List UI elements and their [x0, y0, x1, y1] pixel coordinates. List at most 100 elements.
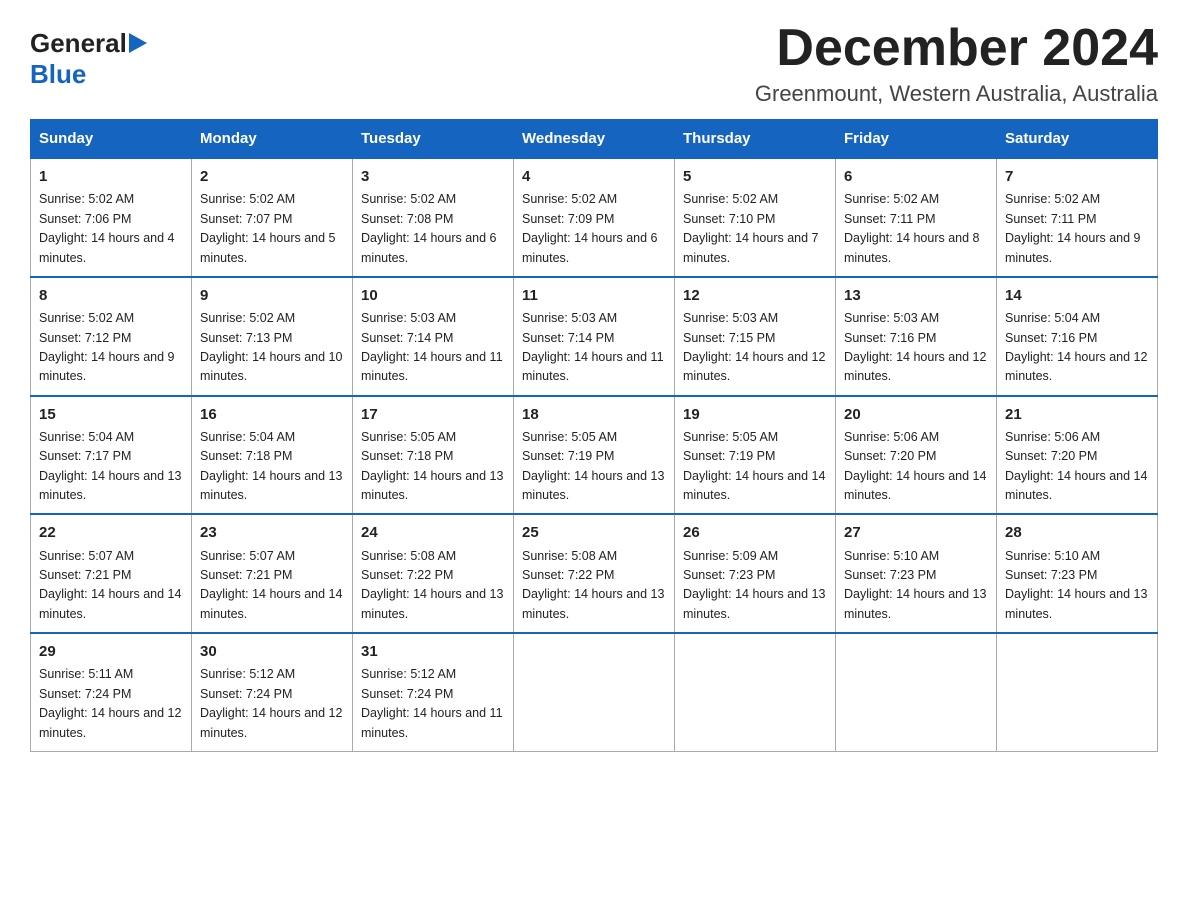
day-number: 17 [361, 403, 505, 426]
calendar-cell: 30 Sunrise: 5:12 AMSunset: 7:24 PMDaylig… [192, 633, 353, 751]
logo-flag-icon [129, 33, 147, 53]
day-number: 21 [1005, 403, 1149, 426]
logo-blue-text: Blue [30, 59, 86, 89]
week-row-3: 15 Sunrise: 5:04 AMSunset: 7:17 PMDaylig… [31, 396, 1158, 515]
calendar-cell: 20 Sunrise: 5:06 AMSunset: 7:20 PMDaylig… [836, 396, 997, 515]
calendar-cell: 4 Sunrise: 5:02 AMSunset: 7:09 PMDayligh… [514, 158, 675, 277]
day-number: 22 [39, 521, 183, 544]
calendar-cell: 3 Sunrise: 5:02 AMSunset: 7:08 PMDayligh… [353, 158, 514, 277]
calendar-cell: 26 Sunrise: 5:09 AMSunset: 7:23 PMDaylig… [675, 514, 836, 633]
location-subtitle: Greenmount, Western Australia, Australia [755, 81, 1158, 107]
week-row-5: 29 Sunrise: 5:11 AMSunset: 7:24 PMDaylig… [31, 633, 1158, 751]
day-number: 4 [522, 165, 666, 188]
calendar-cell: 7 Sunrise: 5:02 AMSunset: 7:11 PMDayligh… [997, 158, 1158, 277]
day-number: 26 [683, 521, 827, 544]
calendar-cell: 25 Sunrise: 5:08 AMSunset: 7:22 PMDaylig… [514, 514, 675, 633]
day-info: Sunrise: 5:02 AMSunset: 7:09 PMDaylight:… [522, 192, 658, 264]
day-number: 2 [200, 165, 344, 188]
day-number: 20 [844, 403, 988, 426]
day-number: 29 [39, 640, 183, 663]
calendar-cell: 16 Sunrise: 5:04 AMSunset: 7:18 PMDaylig… [192, 396, 353, 515]
calendar-cell: 6 Sunrise: 5:02 AMSunset: 7:11 PMDayligh… [836, 158, 997, 277]
calendar-cell: 28 Sunrise: 5:10 AMSunset: 7:23 PMDaylig… [997, 514, 1158, 633]
calendar-cell [836, 633, 997, 751]
day-info: Sunrise: 5:02 AMSunset: 7:06 PMDaylight:… [39, 192, 175, 264]
day-info: Sunrise: 5:02 AMSunset: 7:11 PMDaylight:… [844, 192, 980, 264]
day-info: Sunrise: 5:03 AMSunset: 7:15 PMDaylight:… [683, 311, 825, 383]
day-info: Sunrise: 5:07 AMSunset: 7:21 PMDaylight:… [39, 549, 181, 621]
day-info: Sunrise: 5:06 AMSunset: 7:20 PMDaylight:… [844, 430, 986, 502]
calendar-cell: 29 Sunrise: 5:11 AMSunset: 7:24 PMDaylig… [31, 633, 192, 751]
calendar-cell: 10 Sunrise: 5:03 AMSunset: 7:14 PMDaylig… [353, 277, 514, 396]
page-header: General Blue December 2024 Greenmount, W… [30, 20, 1158, 107]
day-info: Sunrise: 5:03 AMSunset: 7:16 PMDaylight:… [844, 311, 986, 383]
day-number: 27 [844, 521, 988, 544]
day-info: Sunrise: 5:03 AMSunset: 7:14 PMDaylight:… [522, 311, 664, 383]
calendar-cell: 22 Sunrise: 5:07 AMSunset: 7:21 PMDaylig… [31, 514, 192, 633]
calendar-cell: 8 Sunrise: 5:02 AMSunset: 7:12 PMDayligh… [31, 277, 192, 396]
day-info: Sunrise: 5:06 AMSunset: 7:20 PMDaylight:… [1005, 430, 1147, 502]
title-area: December 2024 Greenmount, Western Austra… [755, 20, 1158, 107]
col-header-sunday: Sunday [31, 120, 192, 159]
month-title: December 2024 [755, 20, 1158, 77]
calendar-cell: 11 Sunrise: 5:03 AMSunset: 7:14 PMDaylig… [514, 277, 675, 396]
calendar-cell [997, 633, 1158, 751]
day-info: Sunrise: 5:05 AMSunset: 7:19 PMDaylight:… [683, 430, 825, 502]
calendar-cell: 27 Sunrise: 5:10 AMSunset: 7:23 PMDaylig… [836, 514, 997, 633]
calendar-cell: 13 Sunrise: 5:03 AMSunset: 7:16 PMDaylig… [836, 277, 997, 396]
day-info: Sunrise: 5:10 AMSunset: 7:23 PMDaylight:… [844, 549, 986, 621]
day-info: Sunrise: 5:09 AMSunset: 7:23 PMDaylight:… [683, 549, 825, 621]
calendar-cell: 24 Sunrise: 5:08 AMSunset: 7:22 PMDaylig… [353, 514, 514, 633]
day-number: 28 [1005, 521, 1149, 544]
day-number: 12 [683, 284, 827, 307]
day-number: 24 [361, 521, 505, 544]
day-info: Sunrise: 5:02 AMSunset: 7:11 PMDaylight:… [1005, 192, 1141, 264]
logo-area: General Blue [30, 20, 147, 90]
col-header-saturday: Saturday [997, 120, 1158, 159]
day-number: 25 [522, 521, 666, 544]
day-number: 1 [39, 165, 183, 188]
day-number: 10 [361, 284, 505, 307]
day-number: 16 [200, 403, 344, 426]
day-info: Sunrise: 5:04 AMSunset: 7:17 PMDaylight:… [39, 430, 181, 502]
day-info: Sunrise: 5:12 AMSunset: 7:24 PMDaylight:… [361, 667, 503, 739]
col-header-monday: Monday [192, 120, 353, 159]
day-info: Sunrise: 5:08 AMSunset: 7:22 PMDaylight:… [361, 549, 503, 621]
day-number: 9 [200, 284, 344, 307]
col-header-wednesday: Wednesday [514, 120, 675, 159]
day-info: Sunrise: 5:04 AMSunset: 7:18 PMDaylight:… [200, 430, 342, 502]
col-header-thursday: Thursday [675, 120, 836, 159]
day-info: Sunrise: 5:08 AMSunset: 7:22 PMDaylight:… [522, 549, 664, 621]
day-number: 15 [39, 403, 183, 426]
col-header-tuesday: Tuesday [353, 120, 514, 159]
calendar-cell: 21 Sunrise: 5:06 AMSunset: 7:20 PMDaylig… [997, 396, 1158, 515]
calendar-cell: 17 Sunrise: 5:05 AMSunset: 7:18 PMDaylig… [353, 396, 514, 515]
day-info: Sunrise: 5:04 AMSunset: 7:16 PMDaylight:… [1005, 311, 1147, 383]
calendar-cell: 18 Sunrise: 5:05 AMSunset: 7:19 PMDaylig… [514, 396, 675, 515]
calendar-cell [514, 633, 675, 751]
logo-general-text: General [30, 28, 127, 59]
day-number: 18 [522, 403, 666, 426]
day-info: Sunrise: 5:02 AMSunset: 7:13 PMDaylight:… [200, 311, 342, 383]
day-number: 5 [683, 165, 827, 188]
calendar-cell [675, 633, 836, 751]
day-info: Sunrise: 5:02 AMSunset: 7:08 PMDaylight:… [361, 192, 497, 264]
day-info: Sunrise: 5:10 AMSunset: 7:23 PMDaylight:… [1005, 549, 1147, 621]
day-number: 3 [361, 165, 505, 188]
calendar-cell: 2 Sunrise: 5:02 AMSunset: 7:07 PMDayligh… [192, 158, 353, 277]
week-row-4: 22 Sunrise: 5:07 AMSunset: 7:21 PMDaylig… [31, 514, 1158, 633]
week-row-2: 8 Sunrise: 5:02 AMSunset: 7:12 PMDayligh… [31, 277, 1158, 396]
calendar-header-row: SundayMondayTuesdayWednesdayThursdayFrid… [31, 120, 1158, 159]
day-info: Sunrise: 5:02 AMSunset: 7:10 PMDaylight:… [683, 192, 819, 264]
col-header-friday: Friday [836, 120, 997, 159]
day-info: Sunrise: 5:12 AMSunset: 7:24 PMDaylight:… [200, 667, 342, 739]
calendar-cell: 1 Sunrise: 5:02 AMSunset: 7:06 PMDayligh… [31, 158, 192, 277]
calendar-cell: 9 Sunrise: 5:02 AMSunset: 7:13 PMDayligh… [192, 277, 353, 396]
day-info: Sunrise: 5:05 AMSunset: 7:19 PMDaylight:… [522, 430, 664, 502]
day-info: Sunrise: 5:07 AMSunset: 7:21 PMDaylight:… [200, 549, 342, 621]
calendar-cell: 15 Sunrise: 5:04 AMSunset: 7:17 PMDaylig… [31, 396, 192, 515]
day-number: 23 [200, 521, 344, 544]
day-number: 19 [683, 403, 827, 426]
day-number: 31 [361, 640, 505, 663]
day-number: 6 [844, 165, 988, 188]
